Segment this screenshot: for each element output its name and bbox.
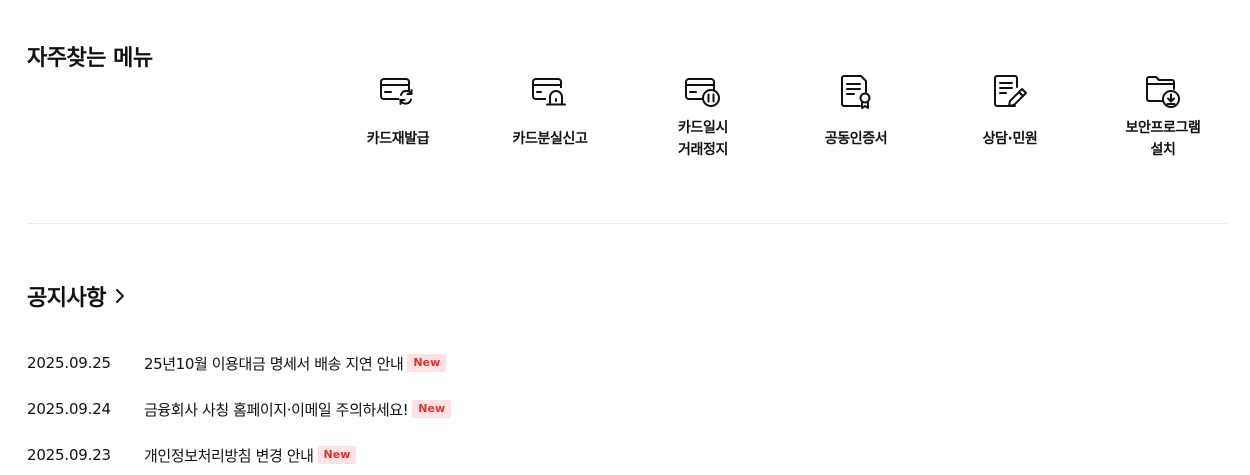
quick-menu-label: 보안프로그램 설치 [1125,120,1201,158]
card-reissue-icon [379,73,417,111]
security-program-download-icon [1144,73,1182,111]
quick-menu-label: 상담·민원 [982,131,1038,147]
new-badge: New [317,446,357,464]
notice-date: 2025.09.25 [27,354,111,372]
quick-menu-security-program[interactable]: 보안프로그램 설치 [1087,73,1239,173]
notice-date: 2025.09.24 [27,400,111,418]
notice-item[interactable]: 2025.09.25 25년10월 이용대금 명세서 배송 지연 안내 New [27,340,1227,386]
counsel-document-icon [991,73,1029,111]
notice-text: 25년10월 이용대금 명세서 배송 지연 안내 [144,354,404,373]
certificate-icon [837,73,875,111]
notice-date: 2025.09.23 [27,446,111,464]
quick-menu-counsel[interactable]: 상담·민원 [934,73,1086,173]
quick-menu-card-lost-report[interactable]: 카드분실신고 [474,73,626,173]
notice-text: 금융회사 사칭 홈페이지·이메일 주의하세요! [144,400,409,419]
new-badge: New [412,400,452,418]
notice-list: 2025.09.25 25년10월 이용대금 명세서 배송 지연 안내 New … [27,340,1227,475]
notice-item[interactable]: 2025.09.23 개인정보처리방침 변경 안내 New [27,432,1227,475]
quick-menu-certificate[interactable]: 공동인증서 [780,73,932,173]
card-pause-icon [684,73,722,111]
quick-menu-label: 공동인증서 [824,131,888,147]
quick-menu-label: 카드분실신고 [512,131,588,147]
quick-menu-label: 카드일시 거래정지 [678,120,728,158]
frequent-menu: 카드재발급 카드분실신고 카드일시 거래정지 공동인증서 상담·민원 보안프로그… [322,73,1242,173]
new-badge: New [407,354,447,372]
notice-item[interactable]: 2025.09.24 금융회사 사칭 홈페이지·이메일 주의하세요! New [27,386,1227,432]
frequent-menu-title: 자주찾는 메뉴 [27,46,153,71]
card-lost-report-icon [531,73,569,111]
section-divider [27,223,1227,224]
quick-menu-label: 카드재발급 [366,131,430,147]
notice-title-link[interactable]: 공지사항 [27,280,128,312]
notice-text: 개인정보처리방침 변경 안내 [144,446,314,465]
notice-title: 공지사항 [27,286,106,311]
chevron-right-icon [112,288,128,304]
quick-menu-card-pause[interactable]: 카드일시 거래정지 [627,73,779,173]
quick-menu-card-reissue[interactable]: 카드재발급 [322,73,474,173]
